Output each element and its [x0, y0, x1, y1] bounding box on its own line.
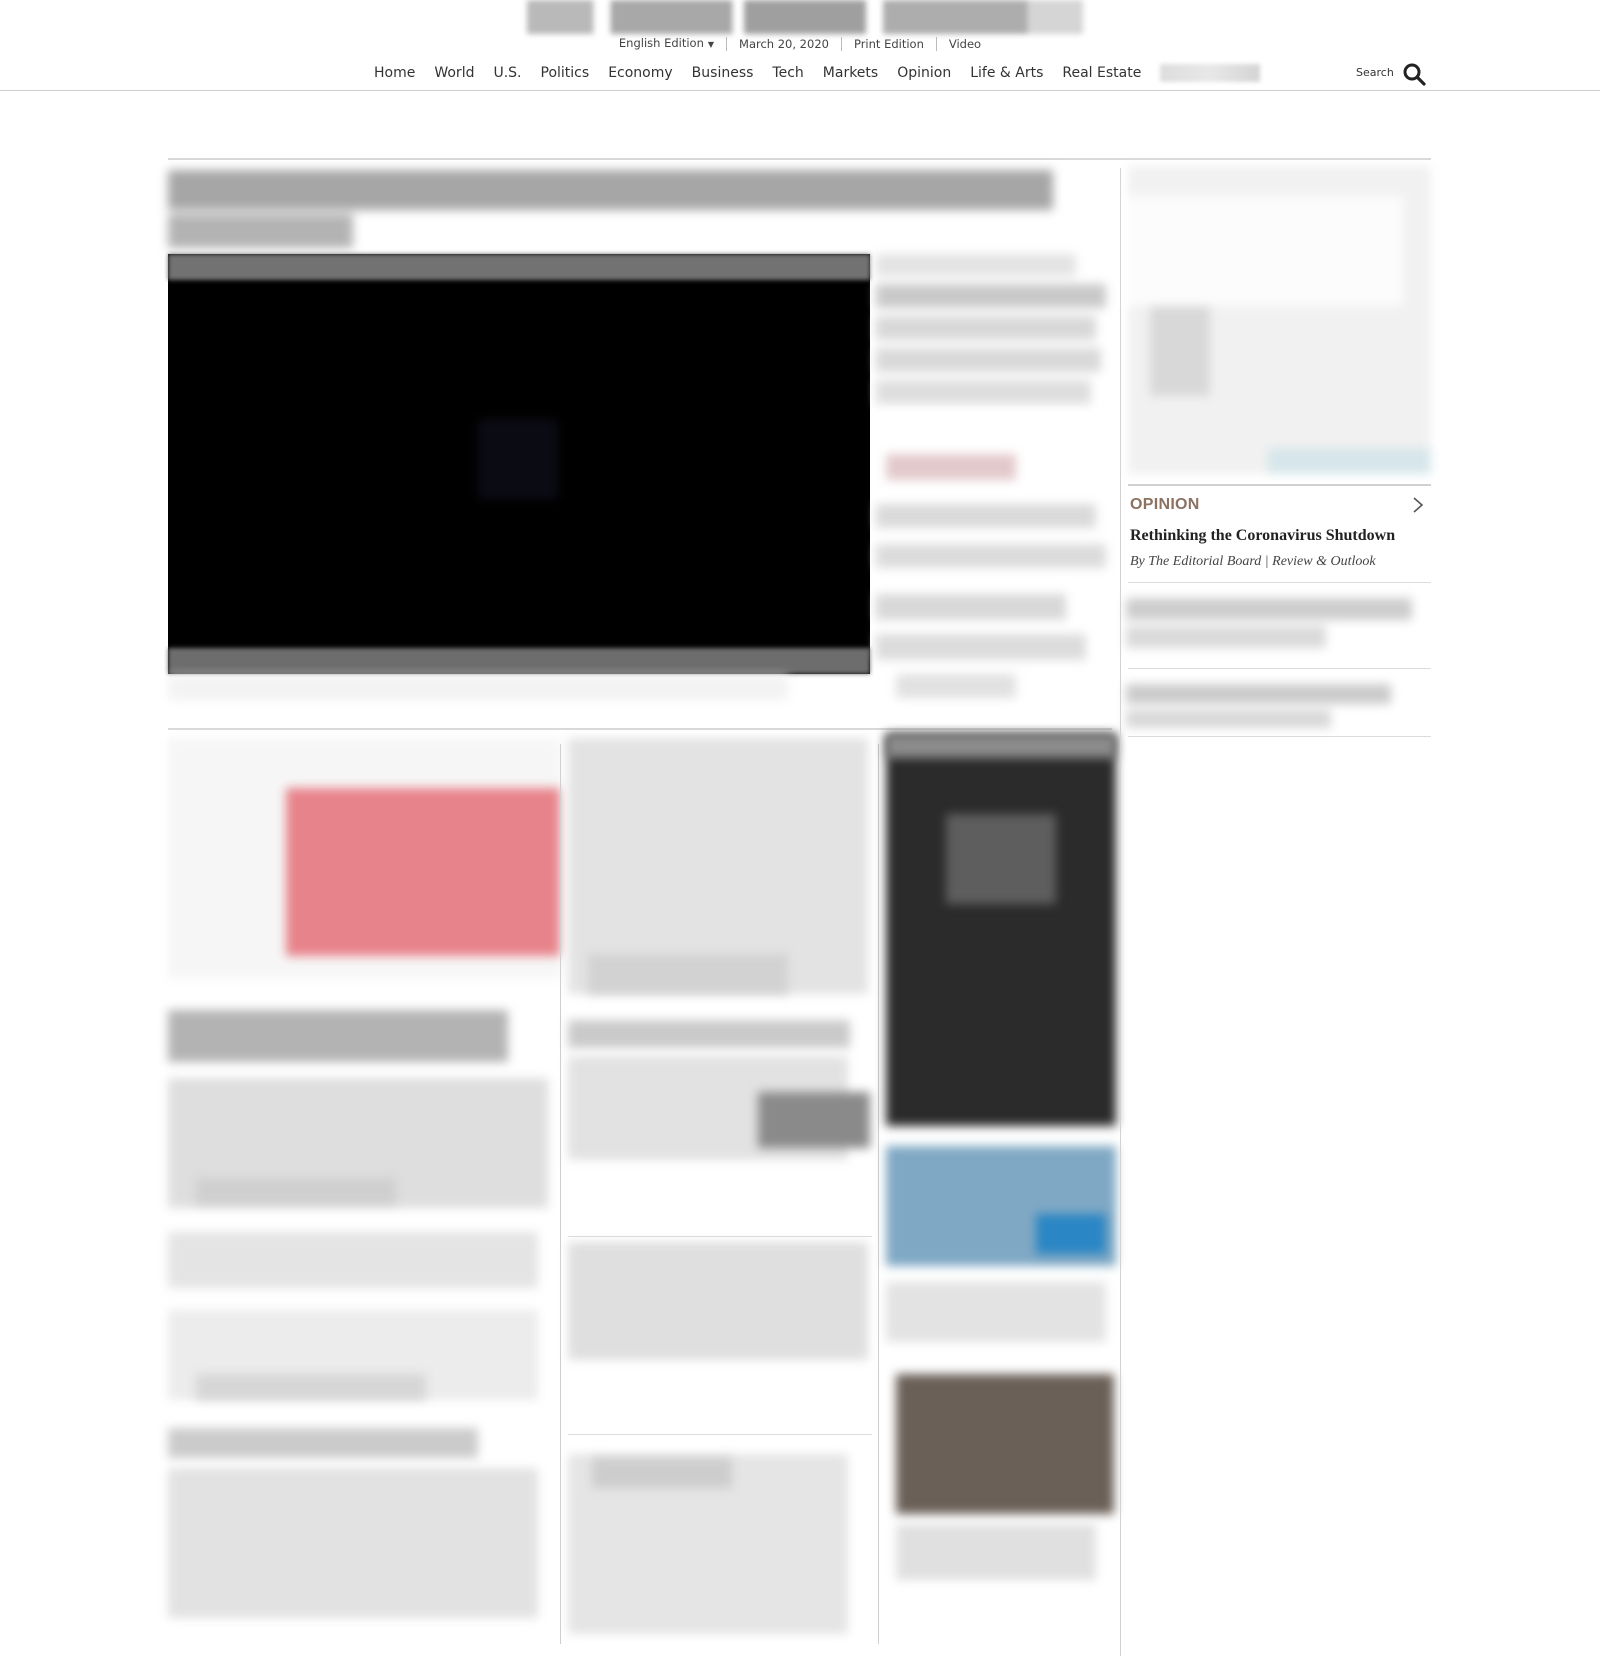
nav-item-us[interactable]: U.S. — [493, 65, 521, 81]
nav-item-business[interactable]: Business — [692, 65, 754, 81]
search-icon[interactable] — [1402, 62, 1426, 86]
section-rule — [168, 728, 1112, 730]
rail-divider — [1120, 168, 1121, 1656]
opinion-section-label[interactable]: OPINION — [1130, 496, 1200, 514]
divider — [1128, 582, 1431, 583]
story-column-2-obscured[interactable] — [568, 738, 874, 1648]
nav-item-real-estate[interactable]: Real Estate — [1062, 65, 1141, 81]
opinion-headline[interactable]: Rethinking the Coronavirus Shutdown — [1130, 527, 1395, 545]
video-caption-obscured — [168, 676, 788, 700]
edition-bar: English Edition ▼ March 20, 2020 Print Ed… — [0, 35, 1600, 53]
ad-obscured[interactable] — [1128, 166, 1431, 476]
nav-item-politics[interactable]: Politics — [541, 65, 590, 81]
column-divider — [878, 744, 879, 1644]
video-link[interactable]: Video — [937, 37, 993, 51]
opinion-item-obscured[interactable] — [1126, 596, 1416, 658]
opinion-item-obscured[interactable] — [1126, 684, 1406, 730]
content-top-rule — [168, 158, 1431, 160]
play-icon[interactable] — [478, 419, 558, 499]
search-label[interactable]: Search — [1356, 66, 1394, 79]
edition-selector[interactable]: English Edition ▼ — [607, 36, 726, 52]
nav-item-home[interactable]: Home — [374, 65, 415, 81]
nav-item-life-arts[interactable]: Life & Arts — [970, 65, 1043, 81]
masthead-logo[interactable] — [527, 0, 1083, 34]
nav-item-economy[interactable]: Economy — [608, 65, 672, 81]
edition-label: English Edition — [618, 36, 704, 50]
divider — [1128, 736, 1431, 737]
column-2-rule — [568, 1236, 872, 1237]
lead-video-player[interactable] — [168, 254, 870, 674]
date-label: March 20, 2020 — [739, 37, 829, 51]
video-controls[interactable] — [168, 648, 870, 674]
nav-item-opinion[interactable]: Opinion — [897, 65, 951, 81]
opinion-top-rule — [1128, 484, 1431, 486]
caret-down-icon: ▼ — [707, 40, 715, 49]
chevron-right-icon[interactable] — [1411, 496, 1425, 514]
nav-item-tech[interactable]: Tech — [772, 65, 803, 81]
nav-item-world[interactable]: World — [434, 65, 474, 81]
video-top-bar — [168, 254, 870, 280]
nav-item-obscured[interactable] — [1160, 64, 1261, 82]
lead-headline-obscured[interactable] — [168, 168, 1076, 252]
lead-summary-obscured[interactable] — [876, 254, 1106, 700]
nav-item-markets[interactable]: Markets — [823, 65, 878, 81]
story-column-1-obscured[interactable] — [168, 738, 560, 1648]
column-2-rule — [568, 1434, 872, 1435]
story-column-3-obscured[interactable] — [886, 734, 1116, 1644]
column-divider — [560, 744, 561, 1644]
divider — [1128, 668, 1431, 669]
nav-divider — [0, 90, 1600, 91]
opinion-byline: By The Editorial Board | Review & Outloo… — [1130, 554, 1376, 569]
print-edition-link[interactable]: Print Edition — [842, 37, 936, 51]
